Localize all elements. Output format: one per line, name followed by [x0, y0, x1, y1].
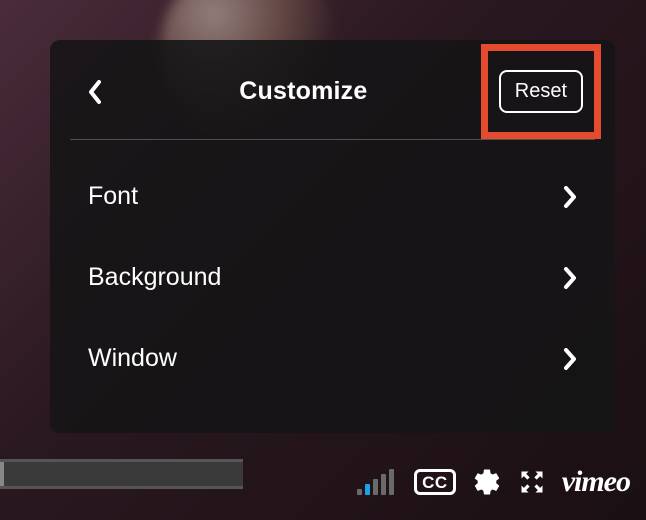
chevron-right-icon	[563, 186, 577, 208]
menu-label: Font	[88, 182, 138, 211]
menu-item-font[interactable]: Font	[64, 156, 601, 237]
menu-item-window[interactable]: Window	[64, 318, 601, 399]
progress-fill	[0, 462, 4, 486]
reset-button[interactable]: Reset	[499, 70, 583, 113]
menu-item-background[interactable]: Background	[64, 237, 601, 318]
panel-title: Customize	[239, 77, 367, 106]
chevron-right-icon	[563, 348, 577, 370]
vimeo-logo[interactable]: vimeo	[562, 465, 634, 499]
chevron-right-icon	[563, 267, 577, 289]
fullscreen-button[interactable]	[518, 468, 546, 496]
fullscreen-icon	[518, 468, 546, 496]
volume-bar	[365, 484, 370, 495]
volume-bar	[357, 489, 362, 495]
closed-captions-button[interactable]: CC	[414, 469, 456, 495]
back-button[interactable]	[88, 82, 108, 102]
volume-bar	[373, 479, 378, 495]
menu-label: Background	[88, 263, 221, 292]
chevron-left-icon	[88, 80, 103, 104]
customize-panel: Customize Reset Font Background Window	[50, 40, 615, 433]
progress-bar[interactable]	[0, 459, 243, 489]
gear-icon	[472, 467, 502, 497]
customize-menu: Font Background Window	[50, 140, 615, 399]
panel-header: Customize Reset	[50, 40, 615, 139]
menu-label: Window	[88, 344, 177, 373]
volume-bar	[381, 474, 386, 495]
player-controls: CC vimeo	[0, 455, 640, 509]
reset-button-wrap: Reset	[499, 70, 583, 113]
settings-button[interactable]	[472, 467, 502, 497]
volume-control[interactable]	[357, 469, 394, 495]
volume-bar	[389, 469, 394, 495]
